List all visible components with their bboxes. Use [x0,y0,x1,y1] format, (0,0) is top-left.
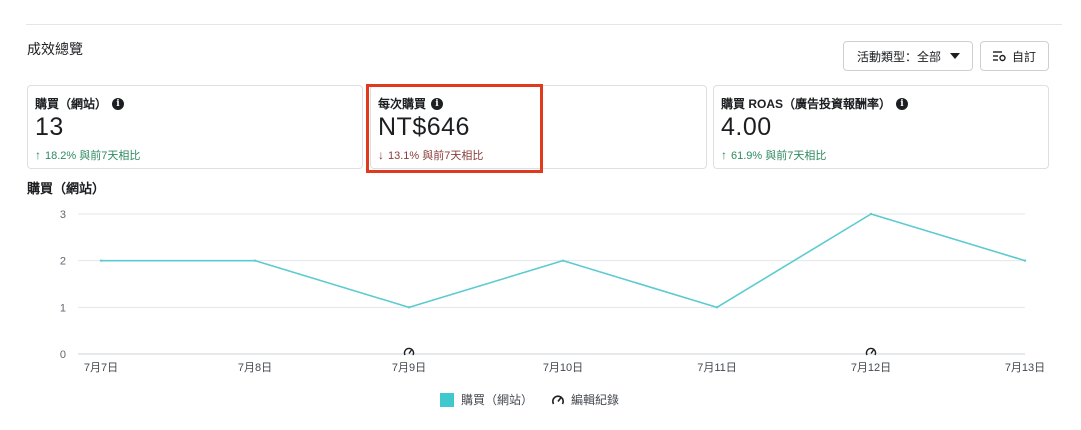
arrow-up-icon: ↑ [721,148,727,162]
metric-value: 4.00 [721,113,772,141]
data-point [99,259,103,262]
y-tick-label: 2 [60,256,66,268]
x-tick-label: 7月10日 [543,362,583,374]
arrow-up-icon: ↑ [35,148,41,162]
customize-columns-icon [993,51,1006,62]
arrow-down-icon: ↓ [378,148,384,162]
metric-card-cost-per-purchase[interactable]: 每次購買 i NT$646 ↓ 13.1% 與前7天相比 [370,85,707,169]
caret-down-icon [950,53,960,59]
legend-swatch [440,392,454,407]
campaign-type-label: 活動類型：全部 [857,49,942,64]
metric-change: ↑ 61.9% 與前7天相比 [721,147,826,163]
metric-change: ↑ 18.2% 與前7天相比 [35,147,140,163]
data-point [561,259,565,262]
metric-card-roas[interactable]: 購買 ROAS（廣告投資報酬率） i 4.00 ↑ 61.9% 與前7天相比 [713,85,1049,169]
customize-label: 自訂 [1012,49,1037,64]
metric-label: 購買 ROAS（廣告投資報酬率） [721,97,892,111]
data-point [253,259,257,262]
metric-change-text: 61.9% 與前7天相比 [731,150,827,162]
metric-change-text: 18.2% 與前7天相比 [45,150,141,162]
x-tick-label: 7月9日 [392,362,426,374]
info-icon[interactable]: i [431,97,444,110]
y-tick-label: 3 [60,209,66,221]
x-tick-label: 7月7日 [84,362,118,374]
data-point [1023,259,1027,262]
legend-edit-log-label: 編輯紀錄 [571,393,620,407]
metric-change: ↓ 13.1% 與前7天相比 [378,147,483,163]
data-point [869,212,873,216]
legend-series-label: 購買（網站） [461,393,534,407]
metric-change-text: 13.1% 與前7天相比 [388,150,484,162]
metric-card-purchases[interactable]: 購買（網站） i 13 ↑ 18.2% 與前7天相比 [27,85,363,169]
customize-button[interactable]: 自訂 [980,41,1049,71]
metric-value: NT$646 [378,113,470,141]
y-tick-label: 1 [60,302,66,314]
metric-label: 每次購買 [378,97,427,111]
x-tick-label: 7月8日 [238,362,272,374]
legend-item-edit-log[interactable]: 編輯紀錄 [551,391,619,408]
data-point [715,306,719,309]
top-divider [26,24,1062,25]
data-point [407,306,411,309]
x-tick-label: 7月12日 [851,362,891,374]
legend-item-series[interactable]: 購買（網站） [440,391,533,408]
metric-value: 13 [35,113,64,141]
x-tick-label: 7月13日 [1005,362,1045,374]
section-title: 成效總覽 [27,41,83,57]
x-tick-label: 7月11日 [697,362,737,374]
line-chart: 0 1 2 3 7月7日 7月8日 7月9日 7月10日 7月11日 7月12日 7月13日 [60,209,1045,374]
campaign-type-dropdown[interactable]: 活動類型：全部 [843,41,973,71]
info-icon[interactable]: i [896,97,909,110]
info-icon[interactable]: i [112,97,125,110]
gauge-icon [552,394,564,404]
y-tick-label: 0 [60,349,66,361]
metric-label: 購買（網站） [35,97,108,111]
chart-legend: 購買（網站） 編輯紀錄 [440,391,637,408]
